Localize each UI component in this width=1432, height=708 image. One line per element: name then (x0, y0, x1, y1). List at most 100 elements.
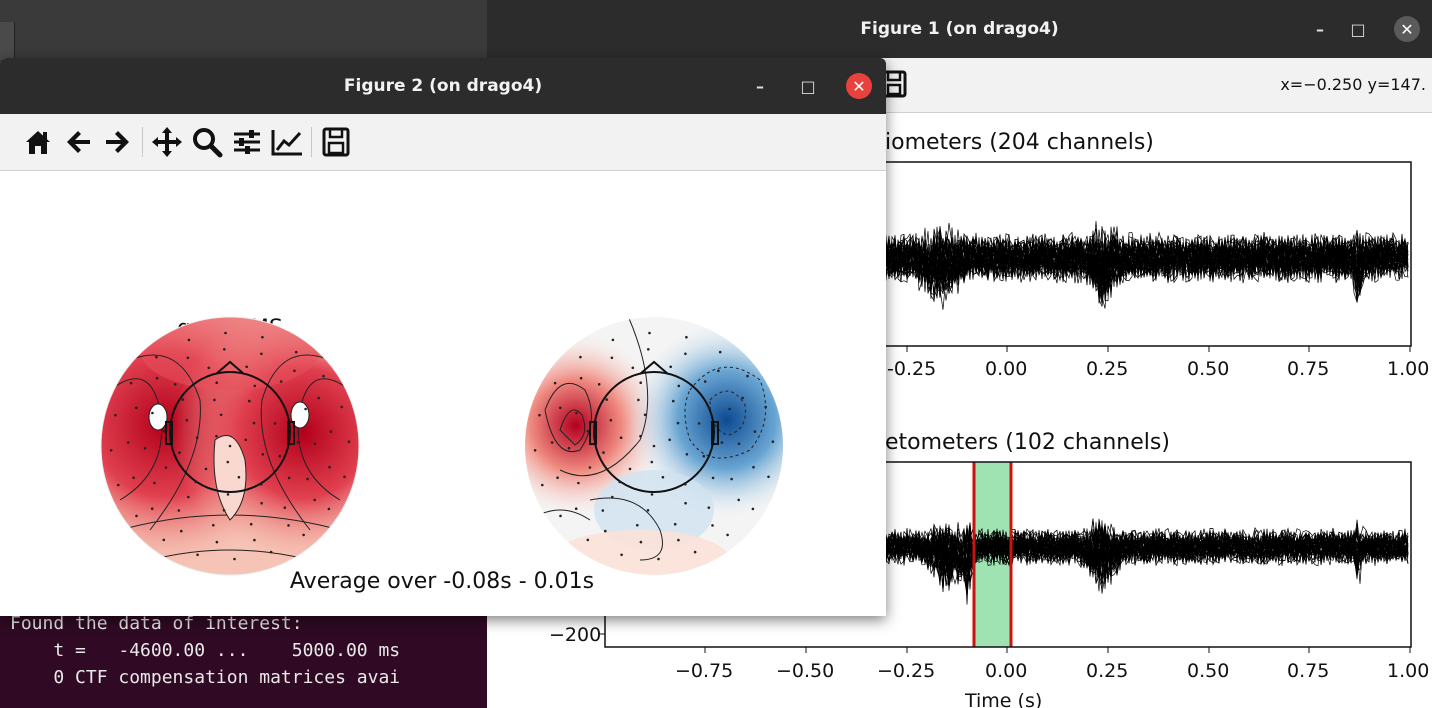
sensor-dot (575, 411, 578, 415)
maximize-icon[interactable]: □ (794, 72, 822, 100)
desktop-background (0, 0, 490, 60)
sensor-dot (245, 365, 248, 369)
sensor-dot (212, 523, 215, 527)
sensor-dot (628, 467, 632, 471)
pan-icon[interactable] (147, 122, 187, 162)
zoom-icon[interactable] (187, 122, 227, 162)
sensor-dot (343, 475, 346, 479)
sensor-dot (244, 438, 247, 442)
sensor-dot (196, 553, 199, 557)
top-axes-title: iometers (204 channels) (885, 130, 1154, 155)
x-tick-label: 1.00 (1387, 358, 1429, 380)
y-tick-label: −200 (549, 624, 601, 646)
close-icon[interactable]: ✕ (846, 73, 872, 99)
sensor-dot (538, 413, 541, 417)
sensor-dot (597, 383, 601, 386)
home-icon[interactable] (18, 122, 58, 162)
sensor-dot (646, 509, 650, 512)
sensor-dot (224, 331, 227, 335)
sensor-dot (222, 509, 226, 512)
sensor-dot (207, 366, 211, 370)
background-tab[interactable] (0, 22, 15, 60)
sensor-dot (260, 501, 263, 505)
sensor-dot (279, 380, 283, 383)
sensor-dot (672, 399, 675, 403)
x-tick-label: 0.00 (985, 660, 1027, 682)
top-xticks: -0.25 0.00 0.25 0.50 0.75 1.00 (887, 346, 1429, 380)
figure1-titlebar[interactable]: Figure 1 (on drago4) – □ ✕ (487, 0, 1432, 58)
terminal-line: 0 CTF compensation matrices avai (10, 667, 401, 688)
sensor-dot (273, 422, 277, 425)
sensor-dot (631, 366, 635, 370)
forward-arrow-icon[interactable] (98, 122, 138, 162)
sensor-dot (643, 413, 647, 417)
sensor-dot (586, 538, 590, 542)
terminal-window[interactable]: Found the data of interest: t = -4600.00… (0, 600, 490, 708)
sensor-dot (673, 522, 677, 526)
sensor-dot (109, 449, 113, 452)
sensor-dot (269, 550, 273, 554)
sensor-dot (252, 421, 256, 425)
back-arrow-icon[interactable] (58, 122, 98, 162)
sensor-dot (577, 481, 580, 485)
sensor-dot (162, 538, 166, 542)
sensor-dot (129, 381, 133, 385)
sensor-dot (195, 436, 199, 440)
sensor-dot (609, 418, 613, 422)
terminal-line: t = -4600.00 ... 5000.00 ms (10, 640, 401, 661)
maximize-icon[interactable]: □ (1344, 15, 1372, 43)
x-tick-label: -0.25 (887, 358, 936, 380)
sensor-dot (293, 369, 296, 373)
sensor-dot (711, 476, 715, 480)
sensor-dot (117, 483, 120, 487)
sensor-dot (567, 446, 571, 450)
sensor-dot (586, 429, 590, 433)
sensor-dot (287, 524, 290, 527)
top-axes-traces (885, 221, 1409, 310)
sensor-dot (153, 481, 156, 485)
sensor-dot (237, 475, 241, 479)
sensor-dot (648, 331, 651, 335)
sensor-dot (328, 465, 331, 469)
sensor-dot (322, 374, 325, 378)
sensor-dot (669, 365, 672, 369)
minimize-icon[interactable]: – (1306, 15, 1334, 43)
sensor-dot (135, 406, 138, 410)
sensor-dot (702, 454, 706, 458)
x-tick-label: 0.50 (1187, 660, 1229, 682)
save-icon[interactable] (316, 122, 356, 162)
sensor-dot (177, 509, 181, 512)
sensor-dot (164, 466, 168, 469)
sensor-dot (155, 355, 158, 359)
edit-axis-icon[interactable] (267, 122, 307, 162)
x-tick-label: 0.50 (1187, 358, 1229, 380)
sensor-dot (248, 399, 251, 403)
sensor-dot (636, 523, 639, 527)
x-tick-label: 0.25 (1086, 660, 1128, 682)
figure2-canvas[interactable]: grad RMS mag (0, 170, 886, 616)
sensor-dot (730, 477, 733, 481)
sensor-dot (718, 350, 722, 354)
sensor-dot (261, 335, 264, 339)
sensor-dot (162, 429, 166, 433)
configure-subplots-icon[interactable] (227, 122, 267, 162)
figure2-titlebar[interactable]: Figure 2 (on drago4) – □ ✕ (0, 58, 886, 114)
sensor-dot (647, 348, 650, 351)
minimize-icon[interactable]: – (746, 72, 774, 100)
sensor-dot (726, 533, 729, 537)
sensor-dot (652, 444, 656, 448)
sensor-dot (639, 434, 642, 438)
sensor-dot (717, 369, 720, 373)
sensor-dot (296, 441, 300, 444)
x-tick-label: −0.25 (877, 660, 935, 682)
close-icon[interactable]: ✕ (1394, 16, 1420, 42)
sensor-dot (278, 454, 282, 458)
sensor-dot (226, 493, 230, 496)
sensor-dot (114, 413, 117, 417)
figure2-window: Figure 2 (on drago4) – □ ✕ Average over … (0, 58, 886, 616)
sensor-dot (294, 350, 298, 354)
sensor-dot (703, 380, 707, 383)
sensor-dot (226, 460, 230, 464)
sensor-dot (185, 418, 189, 422)
sensor-dot (752, 465, 755, 469)
